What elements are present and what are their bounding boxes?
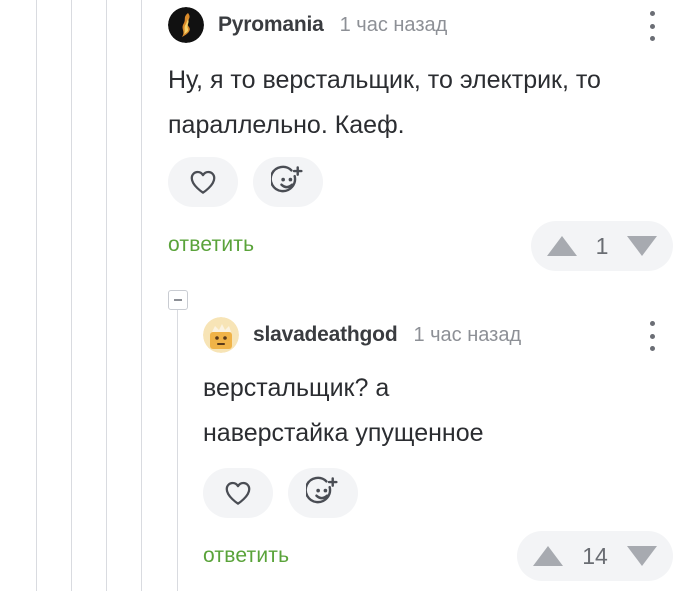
add-reaction-button[interactable]: [253, 157, 323, 207]
heart-icon: [225, 481, 251, 505]
emoji-add-icon: [271, 165, 303, 193]
rating: 14: [517, 531, 673, 581]
like-button[interactable]: [203, 468, 273, 518]
comment: slavadeathgod 1 час назад верстальщик? а…: [0, 300, 700, 591]
comment-text: верстальщик? а наверстайка упущенное: [203, 366, 683, 456]
comment-text-line: верстальщик? а: [203, 374, 390, 402]
username[interactable]: Pyromania: [218, 13, 324, 37]
avatar[interactable]: [203, 317, 239, 353]
timestamp: 1 час назад: [413, 323, 522, 346]
upvote-button[interactable]: [517, 531, 579, 581]
rating-value: 1: [595, 232, 609, 259]
more-icon[interactable]: [642, 321, 662, 351]
upvote-icon: [547, 236, 577, 256]
upvote-button[interactable]: [531, 221, 593, 271]
comment: Pyromania 1 час назад Ну, я то верстальщ…: [0, 0, 700, 280]
upvote-icon: [533, 546, 563, 566]
emoji-add-icon: [306, 476, 338, 504]
add-reaction-button[interactable]: [288, 468, 358, 518]
reply-link[interactable]: ответить: [168, 233, 254, 257]
comment-header: Pyromania 1 час назад: [168, 7, 447, 43]
avatar[interactable]: [168, 7, 204, 43]
comment-header: slavadeathgod 1 час назад: [203, 317, 521, 353]
downvote-button[interactable]: [611, 531, 673, 581]
comment-text-line: параллельно. Каеф.: [168, 111, 405, 139]
like-button[interactable]: [168, 157, 238, 207]
downvote-icon: [627, 546, 657, 566]
heart-icon: [190, 170, 216, 194]
downvote-button[interactable]: [611, 221, 673, 271]
username[interactable]: slavadeathgod: [253, 323, 398, 347]
downvote-icon: [627, 236, 657, 256]
rating-value: 14: [582, 542, 608, 569]
comment-text: Ну, я то верстальщик, то электрик, то па…: [168, 58, 688, 148]
timestamp: 1 час назад: [339, 13, 448, 36]
reply-link[interactable]: ответить: [203, 544, 289, 568]
more-icon[interactable]: [642, 11, 662, 41]
comment-text-line: Ну, я то верстальщик, то электрик, то: [168, 66, 601, 94]
rating: 1: [531, 221, 673, 271]
comment-text-line: наверстайка упущенное: [203, 419, 484, 447]
